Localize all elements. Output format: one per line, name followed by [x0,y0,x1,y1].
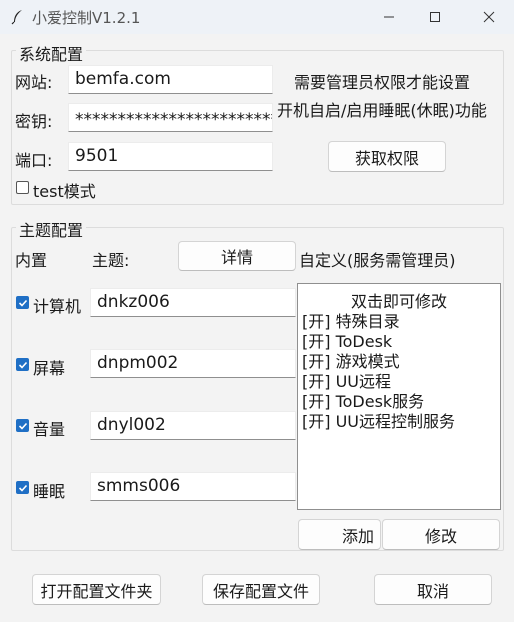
site-label: 网站: [15,73,53,92]
close-button[interactable] [466,0,512,34]
key-label: 密钥: [15,112,53,131]
list-item[interactable]: [开] UU远程控制服务 [298,412,500,432]
minimize-button[interactable] [366,0,412,34]
minimize-icon [384,16,394,18]
computer-theme-input[interactable]: dnkz006 [90,288,296,317]
key-password-input[interactable]: **************************** [68,103,273,132]
port-input[interactable]: 9501 [68,142,273,171]
admin-note-text: 需要管理员权限才能设置 [294,73,471,92]
cancel-button[interactable]: 取消 [374,574,492,605]
screen-theme-input[interactable]: dnpm002 [90,349,296,378]
volume-theme-input[interactable]: dnyl002 [90,411,296,440]
sleep-checkbox[interactable] [16,481,29,494]
feather-app-icon [11,10,22,25]
add-button[interactable]: 添加 [298,519,381,550]
volume-checkbox[interactable] [16,419,29,432]
list-item[interactable]: [开] 游戏模式 [298,352,500,372]
open-config-folder-button[interactable]: 打开配置文件夹 [32,574,161,605]
screen-checkbox[interactable] [16,358,29,371]
details-button[interactable]: 详情 [178,241,296,271]
checkmark-icon [18,484,27,492]
theme-config-legend: 主题配置 [16,217,87,241]
checkmark-icon [18,361,27,369]
maximize-button[interactable] [412,0,458,34]
computer-checkbox[interactable] [16,296,29,309]
checkmark-icon [18,422,27,430]
list-item[interactable]: [开] UU远程 [298,372,500,392]
list-item[interactable]: [开] 特殊目录 [298,312,500,332]
checkmark-icon [18,299,27,307]
custom-label: 自定义(服务需管理员) [299,251,456,270]
builtin-label: 内置 [15,251,48,270]
get-permission-button[interactable]: 获取权限 [328,141,446,172]
sleep-label: 睡眠 [33,482,66,501]
list-item[interactable]: [开] ToDesk [298,332,500,352]
window-title: 小爱控制V1.2.1 [32,9,141,27]
volume-label: 音量 [33,420,66,439]
close-icon [483,11,495,23]
site-input[interactable]: bemfa.com [68,65,273,94]
theme-label: 主题: [92,251,130,270]
test-mode-label: test模式 [33,182,96,201]
system-config-legend: 系统配置 [16,41,87,65]
test-mode-checkbox[interactable] [16,181,29,194]
sleep-theme-input[interactable]: smms006 [90,472,296,501]
save-config-button[interactable]: 保存配置文件 [202,574,320,605]
screen-label: 屏幕 [33,359,66,378]
maximize-icon [430,12,440,22]
custom-service-listbox[interactable]: 双击即可修改 [开] 特殊目录 [开] ToDesk [开] 游戏模式 [开] … [297,283,501,510]
modify-button[interactable]: 修改 [382,519,500,550]
list-header: 双击即可修改 [350,292,447,311]
computer-label: 计算机 [33,297,82,316]
autostart-note-text: 开机自启/启用睡眠(休眠)功能 [277,101,487,120]
port-label: 端口: [15,151,53,170]
list-item[interactable]: [开] ToDesk服务 [298,392,500,412]
